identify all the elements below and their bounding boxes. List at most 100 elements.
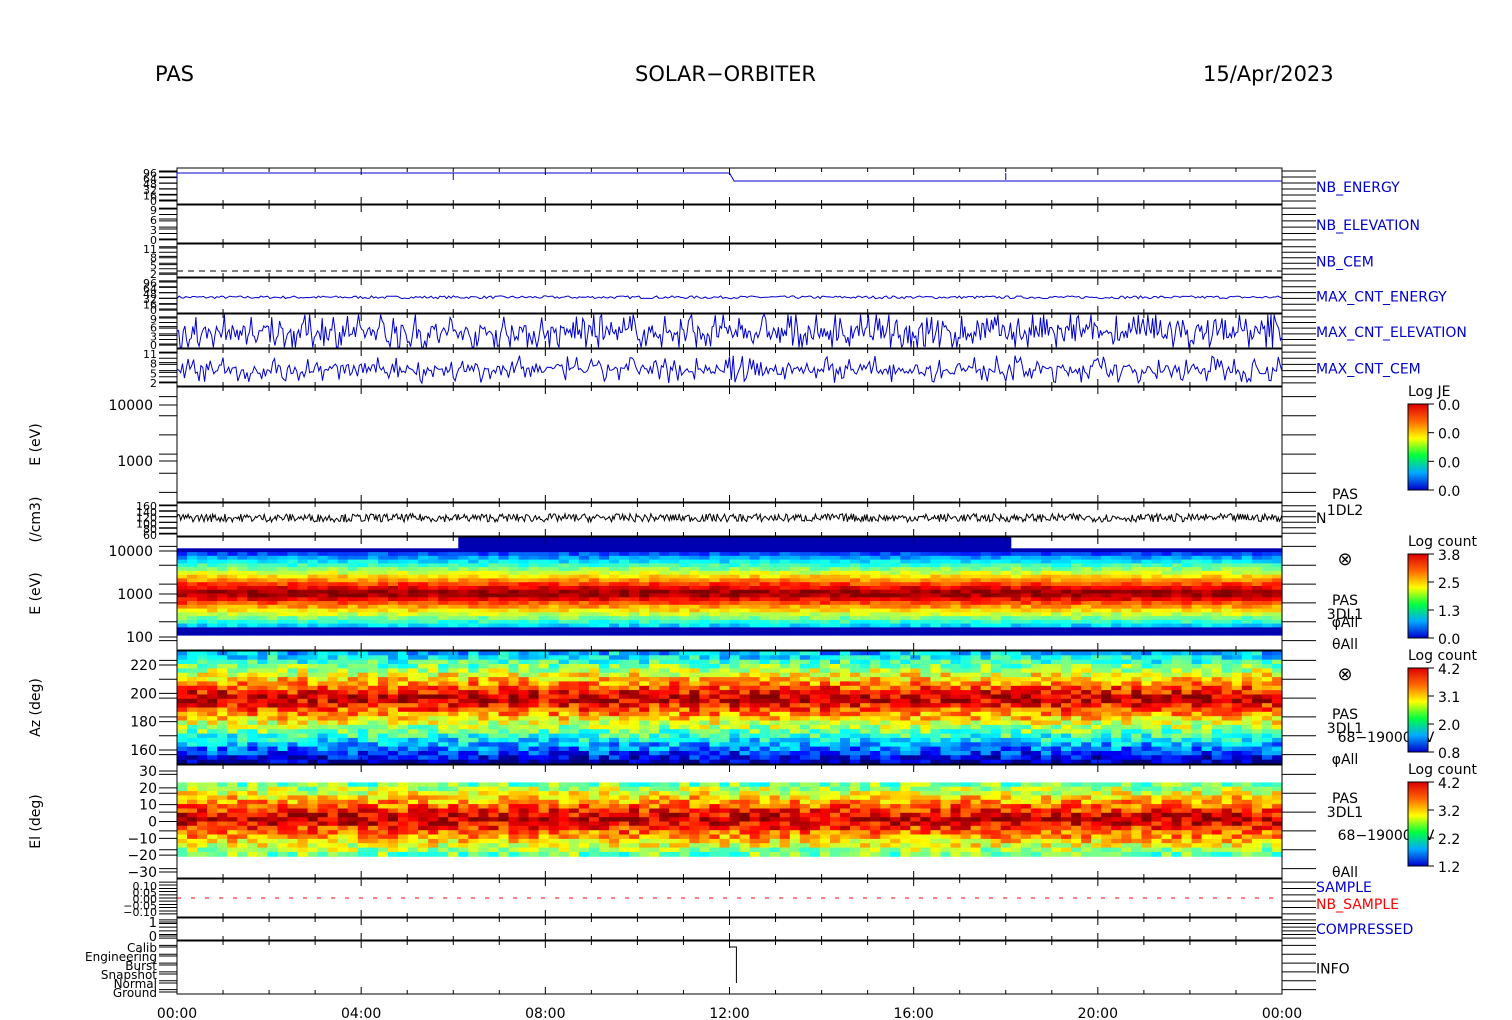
heat-cell: [860, 711, 871, 717]
heat-cell: [508, 567, 520, 572]
heat-cell: [528, 668, 540, 674]
heat-cell: [177, 651, 188, 656]
max-cnt-cem-line: [176, 355, 1283, 385]
heat-cell: [759, 604, 771, 610]
heat-cell: [639, 616, 650, 621]
heat-cell: [1161, 593, 1173, 598]
heat-cell: [890, 567, 901, 572]
heat-cell: [970, 623, 982, 628]
heat-cell: [1231, 589, 1243, 595]
heat-cell: [890, 616, 901, 621]
heat-cell: [840, 694, 851, 700]
heat-cell: [960, 659, 972, 665]
heat-cell: [197, 593, 208, 598]
heat-cell: [1010, 578, 1022, 583]
heat-cell: [448, 703, 459, 709]
heat-cell: [1241, 616, 1253, 621]
heat-cell: [960, 537, 972, 542]
heat-cell: [880, 677, 891, 682]
heat-cell: [197, 623, 208, 628]
heat-cell: [598, 711, 610, 717]
heat-cell: [568, 570, 580, 576]
heat-cell: [458, 677, 469, 682]
label-max_cnt_cem: MAX_CNT_CEM: [1316, 362, 1421, 378]
heat-cell: [679, 612, 690, 617]
heat-cell: [518, 681, 530, 687]
heat-cell: [307, 623, 319, 628]
heat-cell: [598, 668, 610, 674]
heat-cell: [367, 578, 379, 583]
heat-cell: [689, 698, 700, 704]
heat-cell: [1231, 582, 1243, 587]
heat-cell: [377, 685, 389, 691]
heat-cell: [769, 589, 781, 595]
heat-cell: [307, 651, 319, 656]
heat-cell: [779, 651, 791, 656]
heat-cell: [840, 698, 851, 704]
heat-cell: [1030, 681, 1042, 687]
heat-cell: [398, 604, 409, 610]
heat-cell: [267, 672, 278, 678]
heat-cell: [538, 578, 550, 583]
heat-cell: [1231, 612, 1243, 617]
heat-cell: [518, 567, 530, 572]
heat-cell: [1030, 604, 1042, 610]
heat-cell: [890, 555, 901, 561]
heat-cell: [317, 623, 329, 628]
heat-cell: [960, 601, 972, 606]
heat-cell: [377, 582, 389, 587]
heat-cell: [759, 623, 771, 628]
heat-cell: [960, 548, 972, 553]
heat-cell: [197, 578, 208, 583]
heat-cell: [779, 582, 791, 587]
heat-cell: [769, 664, 781, 669]
heat-cell: [729, 544, 741, 549]
heat-cell: [860, 672, 871, 678]
heat-cell: [930, 664, 941, 669]
heat-cell: [1071, 711, 1082, 717]
heat-cell: [408, 651, 419, 656]
heat-cell: [960, 698, 972, 704]
heat-cell: [1131, 612, 1142, 617]
heat-cell: [860, 707, 871, 713]
heat-cell: [357, 655, 369, 661]
heat-cell: [629, 659, 640, 665]
heat-cell: [920, 685, 931, 691]
heat-cell: [317, 698, 329, 704]
heat-cell: [980, 655, 992, 661]
heat-cell: [900, 659, 911, 665]
heat-cell: [970, 601, 982, 606]
heat-cell: [327, 612, 339, 617]
heat-cell: [1231, 593, 1243, 598]
heat-cell: [1051, 651, 1062, 656]
heat-cell: [1272, 651, 1283, 656]
heat-cell: [1010, 655, 1022, 661]
heat-cell: [1051, 555, 1062, 561]
heat-cell: [247, 593, 258, 598]
heat-cell: [679, 685, 690, 691]
heat-cell: [1131, 690, 1142, 695]
heat-cell: [659, 548, 670, 553]
heat-cell: [538, 668, 550, 674]
heat-cell: [558, 655, 570, 661]
heat-cell: [197, 570, 208, 576]
heat-cell: [518, 578, 530, 583]
heat-cell: [578, 707, 590, 713]
heat-cell: [830, 677, 841, 682]
heat-cell: [1061, 601, 1072, 606]
heat-cell: [578, 604, 590, 610]
heat-cell: [629, 589, 640, 595]
heat-cell: [398, 672, 409, 678]
heat-cell: [307, 690, 319, 695]
heat-cell: [1181, 604, 1193, 610]
heat-cell: [1141, 655, 1152, 661]
heat-cell: [458, 685, 469, 691]
heat-cell: [558, 601, 570, 606]
heat-cell: [297, 659, 309, 665]
heat-cell: [468, 582, 479, 587]
heat-cell: [970, 664, 982, 669]
heat-cell: [187, 651, 198, 656]
heat-cell: [578, 555, 590, 561]
heat-cell: [1241, 698, 1253, 704]
heat-cell: [880, 651, 891, 656]
